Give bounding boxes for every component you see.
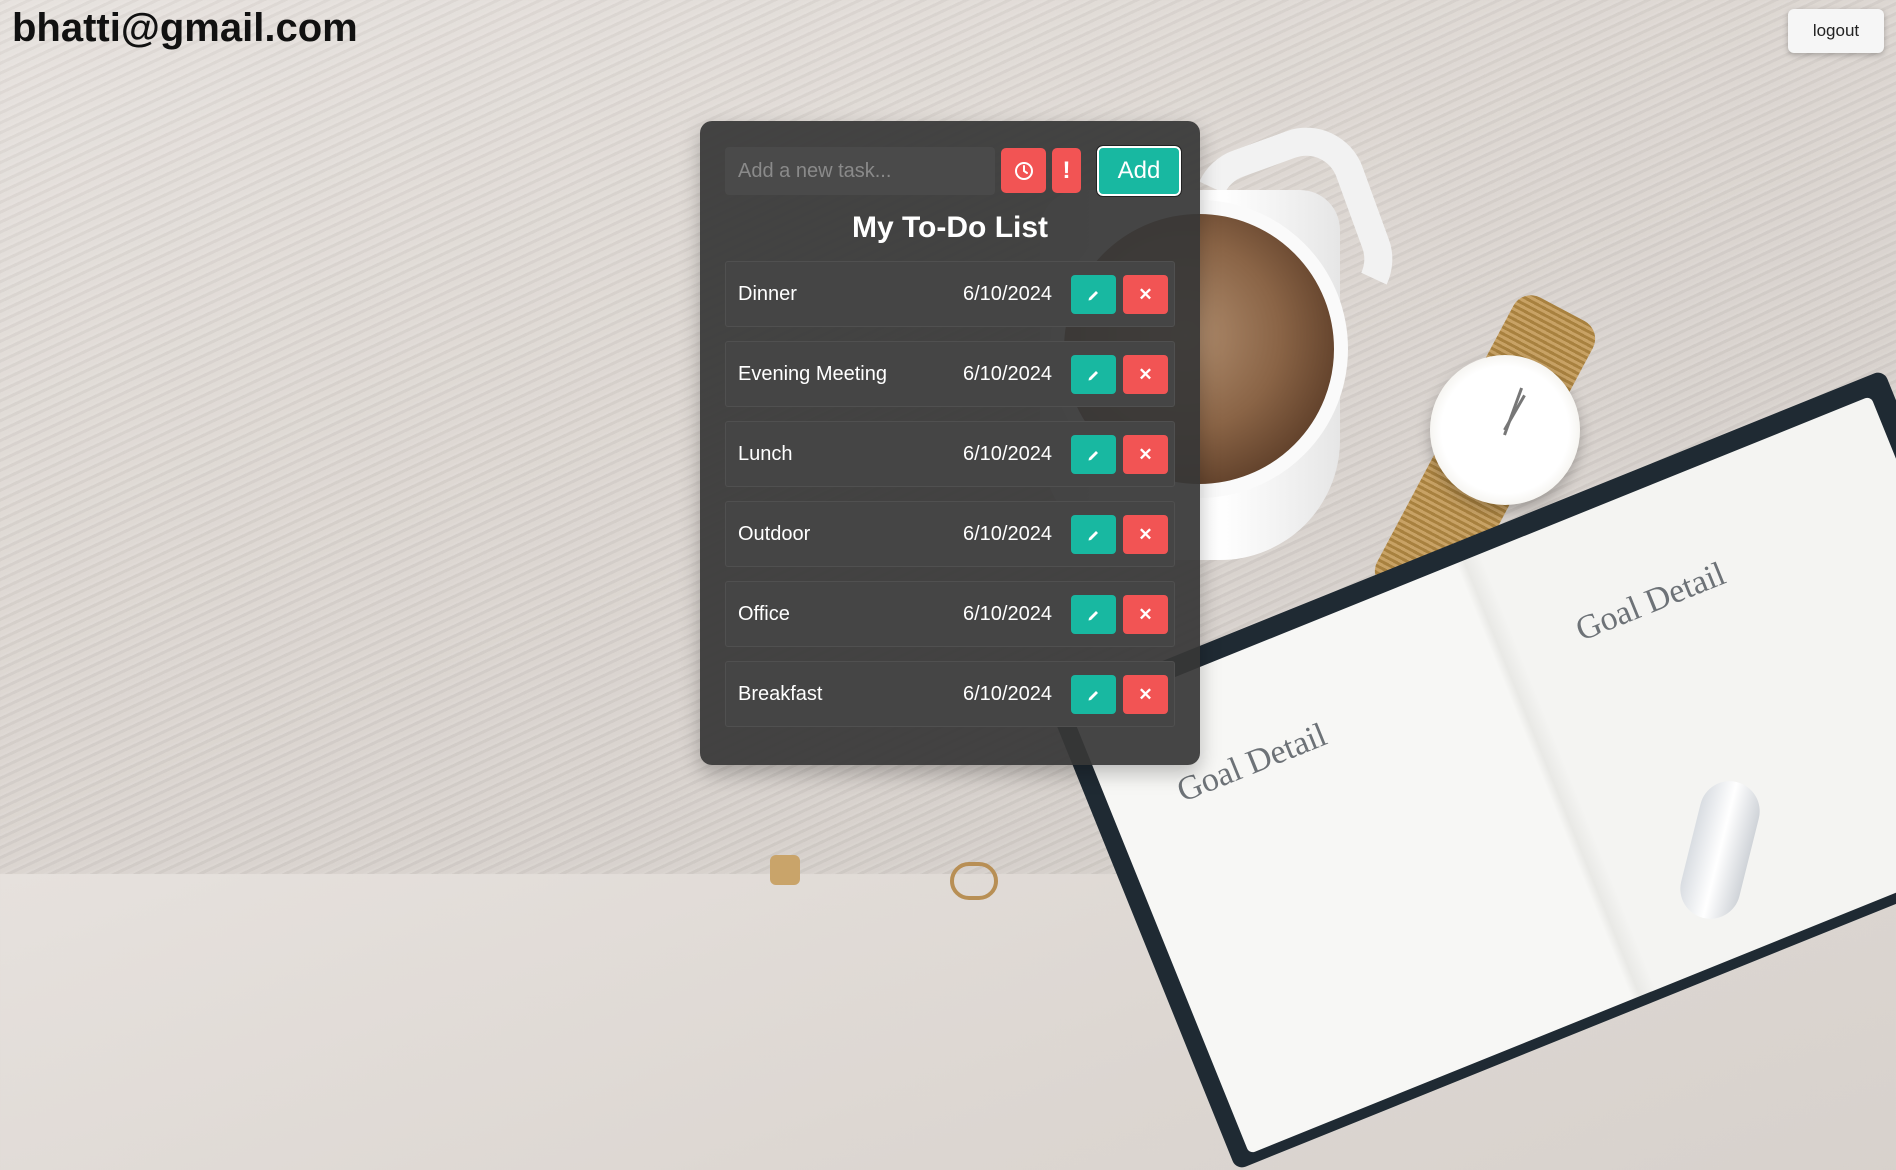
task-date: 6/10/2024 bbox=[963, 523, 1052, 545]
delete-task-button[interactable]: ✕ bbox=[1123, 355, 1168, 394]
task-name: Lunch bbox=[738, 443, 793, 465]
clock-icon bbox=[1014, 161, 1033, 180]
edit-task-button[interactable] bbox=[1071, 435, 1116, 474]
pencil-icon bbox=[1088, 370, 1098, 380]
task-item: Lunch 6/10/2024 ✕ bbox=[725, 421, 1175, 487]
task-item: Dinner 6/10/2024 ✕ bbox=[725, 261, 1175, 327]
todo-panel: ! Add My To-Do List Dinner 6/10/2024 ✕ E… bbox=[700, 121, 1200, 765]
clip-decoration bbox=[770, 855, 800, 885]
task-name: Outdoor bbox=[738, 523, 811, 545]
set-time-button[interactable] bbox=[1001, 148, 1046, 193]
close-icon: ✕ bbox=[1138, 604, 1153, 624]
close-icon: ✕ bbox=[1138, 364, 1153, 384]
task-date: 6/10/2024 bbox=[963, 603, 1052, 625]
task-item: Breakfast 6/10/2024 ✕ bbox=[725, 661, 1175, 727]
delete-task-button[interactable]: ✕ bbox=[1123, 675, 1168, 714]
close-icon: ✕ bbox=[1138, 444, 1153, 464]
edit-task-button[interactable] bbox=[1071, 355, 1116, 394]
delete-task-button[interactable]: ✕ bbox=[1123, 275, 1168, 314]
task-date: 6/10/2024 bbox=[963, 363, 1052, 385]
close-icon: ✕ bbox=[1138, 524, 1153, 544]
add-task-button[interactable]: Add bbox=[1096, 145, 1182, 197]
pencil-icon bbox=[1088, 450, 1098, 460]
delete-task-button[interactable]: ✕ bbox=[1123, 515, 1168, 554]
pencil-icon bbox=[1088, 290, 1098, 300]
list-title: My To-Do List bbox=[851, 211, 1049, 244]
logout-button[interactable]: logout bbox=[1788, 9, 1884, 53]
pencil-icon bbox=[1088, 690, 1098, 700]
close-icon: ✕ bbox=[1138, 684, 1153, 704]
delete-task-button[interactable]: ✕ bbox=[1123, 595, 1168, 634]
notebook-heading: Goal Detail bbox=[1570, 555, 1731, 649]
priority-button[interactable]: ! bbox=[1052, 148, 1081, 193]
task-list: Dinner 6/10/2024 ✕ Evening Meeting 6/10/… bbox=[725, 261, 1175, 741]
pencil-icon bbox=[1088, 530, 1098, 540]
task-date: 6/10/2024 bbox=[963, 443, 1052, 465]
task-item: Evening Meeting 6/10/2024 ✕ bbox=[725, 341, 1175, 407]
task-name: Office bbox=[738, 603, 790, 625]
edit-task-button[interactable] bbox=[1071, 595, 1116, 634]
new-task-input[interactable] bbox=[725, 147, 995, 195]
task-name: Breakfast bbox=[738, 683, 823, 705]
task-date: 6/10/2024 bbox=[963, 683, 1052, 705]
clip-decoration bbox=[950, 862, 998, 900]
close-icon: ✕ bbox=[1138, 284, 1153, 304]
task-name: Evening Meeting bbox=[738, 363, 887, 385]
delete-task-button[interactable]: ✕ bbox=[1123, 435, 1168, 474]
task-name: Dinner bbox=[738, 283, 797, 305]
task-item: Outdoor 6/10/2024 ✕ bbox=[725, 501, 1175, 567]
edit-task-button[interactable] bbox=[1071, 675, 1116, 714]
task-item: Office 6/10/2024 ✕ bbox=[725, 581, 1175, 647]
edit-task-button[interactable] bbox=[1071, 275, 1116, 314]
edit-task-button[interactable] bbox=[1071, 515, 1116, 554]
task-date: 6/10/2024 bbox=[963, 283, 1052, 305]
user-email: bhatti@gmail.com bbox=[12, 6, 358, 50]
pencil-icon bbox=[1088, 610, 1098, 620]
